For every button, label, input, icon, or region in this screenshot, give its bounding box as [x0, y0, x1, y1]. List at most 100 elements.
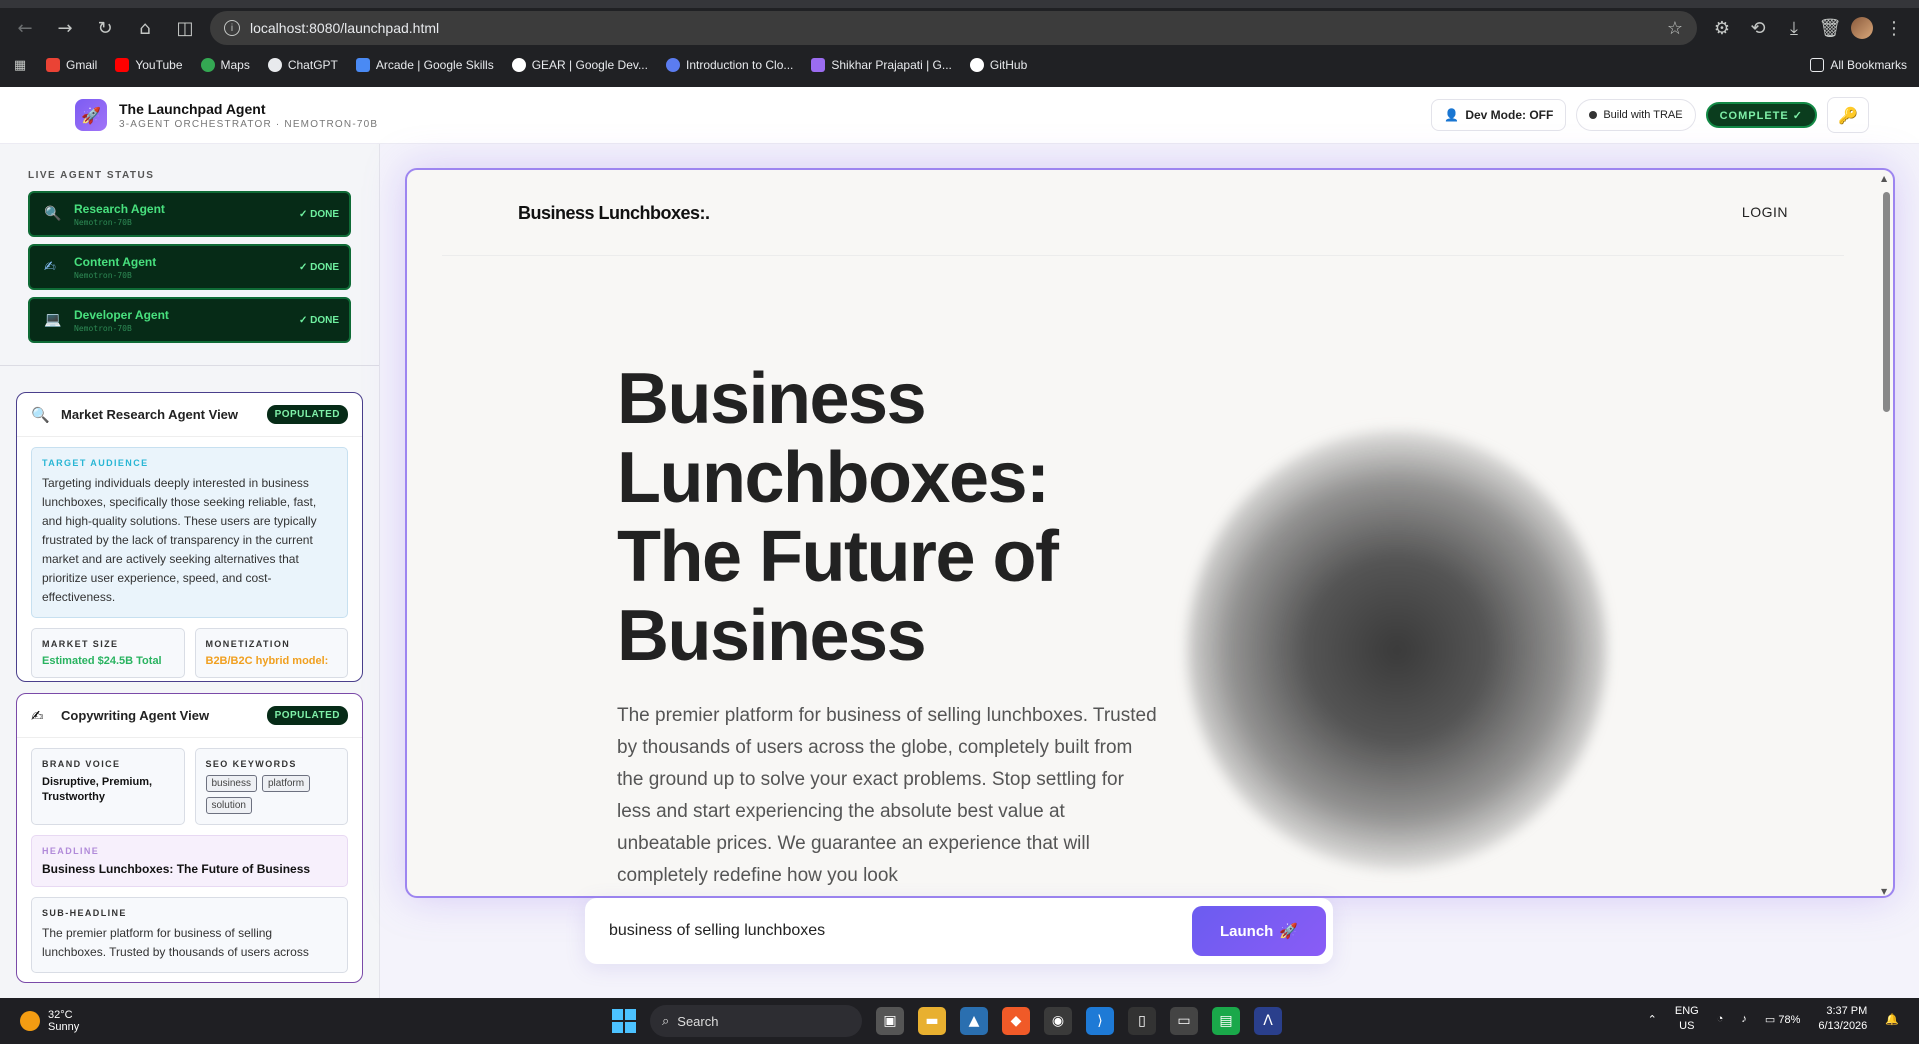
agent-name: Content Agent [74, 254, 157, 269]
card-label: MONETIZATION [205, 639, 291, 649]
preview-navbar: Business Lunchboxes:. LOGIN [442, 170, 1844, 256]
menu-icon[interactable]: ⋮ [1879, 13, 1909, 43]
brave-browser-icon[interactable]: ◆ [1002, 1007, 1030, 1035]
bookmark-label: GEAR | Google Dev... [531, 58, 648, 72]
cloud-icon [665, 58, 680, 72]
magnifier-icon: 🔍 [31, 405, 50, 424]
dev-mode-toggle[interactable]: 👤 Dev Mode: OFF [1431, 99, 1567, 131]
address-bar[interactable]: i localhost:8080/launchpad.html ☆ [210, 11, 1697, 45]
populated-badge: POPULATED [266, 706, 348, 725]
bookmark-star-icon[interactable]: ☆ [1667, 18, 1683, 39]
bookmark-intro-cloud[interactable]: Introduction to Clo... [665, 58, 793, 72]
agent-card-developer[interactable]: 💻 Developer Agent Nemotron-70B ✓ DONE [28, 297, 351, 343]
youtube-icon [115, 58, 130, 72]
file-explorer-icon[interactable]: ▬ [918, 1007, 946, 1035]
scrollbar-thumb[interactable] [1883, 192, 1890, 412]
bookmark-label: GitHub [989, 58, 1028, 72]
panel-header: ✍ Copywriting Agent View POPULATED [17, 694, 362, 738]
profile-avatar[interactable] [1851, 17, 1873, 39]
bookmark-gear[interactable]: GEAR | Google Dev... [511, 58, 648, 72]
terminal-icon[interactable]: ▭ [1170, 1007, 1198, 1035]
copywriting-panel[interactable]: ✍ Copywriting Agent View POPULATED BRAND… [16, 693, 363, 983]
all-bookmarks-label: All Bookmarks [1830, 58, 1907, 72]
temperature: 32°C [48, 1009, 73, 1021]
extensions-icon[interactable]: ⚙ [1707, 13, 1737, 43]
agent-model: Nemotron-70B [74, 323, 132, 333]
preview-logo[interactable]: Business Lunchboxes:. [518, 203, 710, 224]
bookmark-label: Shikhar Prajapati | G... [831, 58, 952, 72]
keyword-chip: business [205, 775, 257, 792]
time: 3:37 PM [1826, 1005, 1868, 1017]
panel-title: Copywriting Agent View [61, 708, 210, 723]
battery-indicator[interactable]: ▭ 78% [1765, 1013, 1801, 1026]
agent-status: ✓ DONE [298, 208, 339, 220]
back-icon[interactable]: ← [10, 13, 40, 43]
download-icon[interactable]: ⤓ [1779, 13, 1809, 43]
launch-button[interactable]: Launch 🚀 [1192, 906, 1326, 956]
reload-icon[interactable]: ↻ [90, 13, 120, 43]
trash-icon[interactable]: 🗑 [1815, 13, 1845, 43]
home-icon[interactable]: ⌂ [130, 13, 160, 43]
windows-start-icon[interactable] [612, 1009, 636, 1033]
battery-percent: 78% [1778, 1013, 1801, 1026]
android-studio-icon[interactable]: ▤ [1212, 1007, 1240, 1035]
taskbar-search[interactable]: ⌕ Search [650, 1005, 862, 1037]
agent-list: 🔍 Research Agent Nemotron-70B ✓ DONE ✍ Co… [28, 191, 351, 343]
bookmark-shikhar[interactable]: Shikhar Prajapati | G... [811, 58, 952, 72]
launch-label: Launch [1219, 922, 1274, 940]
wifi-icon[interactable]: ◔ [1717, 1013, 1724, 1025]
bookmark-maps[interactable]: Maps [200, 58, 250, 72]
notepad-icon[interactable]: ▯ [1128, 1007, 1156, 1035]
forward-icon[interactable]: → [50, 13, 80, 43]
apps-grid-icon[interactable]: ▦ [12, 57, 28, 73]
preview-body: The premier platform for business of sel… [617, 705, 1157, 886]
arcade-icon [355, 58, 370, 72]
volume-icon[interactable]: ♪ [1741, 1013, 1747, 1025]
photos-icon[interactable]: ▲ [960, 1007, 988, 1035]
all-bookmarks[interactable]: All Bookmarks [1810, 58, 1907, 72]
url-text[interactable]: localhost:8080/launchpad.html [250, 20, 1657, 36]
bookmark-youtube[interactable]: YouTube [115, 58, 183, 72]
weather-widget[interactable]: 32°C Sunny [20, 1009, 79, 1033]
bookmark-chatgpt[interactable]: ChatGPT [267, 58, 338, 72]
chevron-up-icon[interactable]: ⌃ [1648, 1013, 1657, 1026]
market-research-panel[interactable]: 🔍 Market Research Agent View POPULATED T… [16, 392, 363, 682]
vscode-icon[interactable]: ⟩ [1086, 1007, 1114, 1035]
idea-input[interactable]: business of selling lunchboxes [609, 922, 1192, 940]
market-size-card: MARKET SIZE Estimated $24.5B Total [31, 628, 185, 678]
dev-mode-label: Dev Mode: OFF [1465, 108, 1554, 122]
card-label: HEADLINE [42, 846, 100, 856]
preview-login-link[interactable]: LOGIN [1742, 204, 1788, 220]
search-label: Search [677, 1013, 719, 1029]
bookmark-arcade[interactable]: Arcade | Google Skills [355, 58, 494, 72]
scroll-down-icon[interactable]: ▼ [1881, 887, 1887, 896]
agent-card-research[interactable]: 🔍 Research Agent Nemotron-70B ✓ DONE [28, 191, 351, 237]
bookmark-label: Arcade | Google Skills [375, 58, 494, 72]
clock[interactable]: 3:37 PM 6/13/2026 [1818, 1004, 1867, 1034]
notification-bell-icon[interactable]: 🔔 [1885, 1013, 1899, 1026]
bookmark-gmail[interactable]: Gmail [46, 58, 97, 72]
date: 6/13/2026 [1818, 1020, 1868, 1032]
browser-chrome: ← → ↻ ⌂ ◫ i localhost:8080/launchpad.htm… [0, 0, 1919, 87]
chrome-icon[interactable]: ◉ [1044, 1007, 1072, 1035]
task-view-icon[interactable]: ▣ [876, 1007, 904, 1035]
language-indicator[interactable]: ENG US [1675, 1004, 1699, 1034]
key-icon: 🔑 [1838, 105, 1858, 125]
api-key-button[interactable]: 🔑 [1827, 97, 1869, 133]
card-label: BRAND VOICE [42, 759, 121, 769]
site-info-icon[interactable]: i [224, 20, 240, 36]
search-icon: ⌕ [662, 1013, 670, 1028]
rocket-icon: 🚀 [1279, 923, 1299, 940]
arc-app-icon[interactable]: Λ [1254, 1007, 1282, 1035]
bookmark-github[interactable]: GitHub [969, 58, 1028, 72]
scroll-up-icon[interactable]: ▲ [1881, 174, 1887, 183]
website-preview[interactable]: Business Lunchboxes:. LOGIN Business Lun… [405, 168, 1895, 898]
agent-card-content[interactable]: ✍ Content Agent Nemotron-70B ✓ DONE [28, 244, 351, 290]
preview-scrollbar[interactable]: ▲ ▼ [1881, 174, 1891, 896]
split-view-icon[interactable]: ◫ [170, 13, 200, 43]
keyword-chip: solution [205, 797, 252, 814]
magnifier-icon: 🔍 [44, 206, 62, 222]
build-with-trae-button[interactable]: Build with TRAE [1576, 99, 1696, 131]
history-icon[interactable]: ⟲ [1743, 13, 1773, 43]
maps-icon [200, 58, 215, 72]
